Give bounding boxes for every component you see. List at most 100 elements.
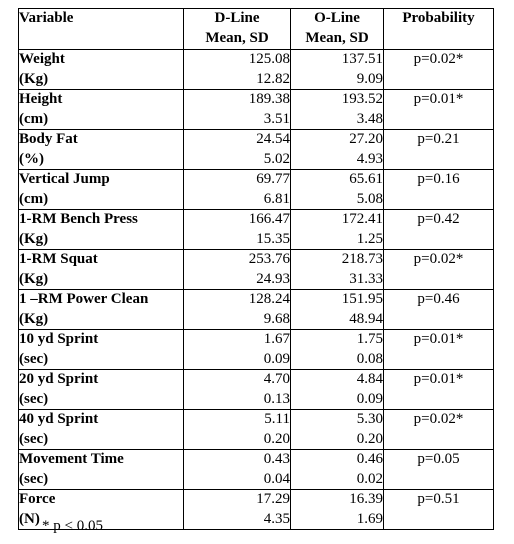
variable-name: Body Fat	[19, 131, 78, 147]
cell-dline: 69.77 6.81	[183, 169, 291, 210]
cell-variable: 1-RM Bench Press (Kg)	[18, 209, 184, 250]
variable-name: 1-RM Squat	[19, 251, 98, 267]
dline-mean: 24.54	[256, 131, 290, 147]
table-row: Body Fat (%) 24.54 5.02 27.20 4.93 p=0.21	[18, 129, 494, 170]
probability-value: p=0.01*	[413, 371, 464, 387]
variable-unit: (cm)	[19, 110, 49, 127]
cell-dline: 253.76 24.93	[183, 249, 291, 290]
cell-oline: 218.73 31.33	[290, 249, 384, 290]
cell-dline: 5.11 0.20	[183, 409, 291, 450]
cell-probability: p=0.02*	[383, 249, 494, 290]
cell-dline: 189.38 3.51	[183, 89, 291, 130]
cell-dline: 17.29 4.35	[183, 489, 291, 530]
variable-name: Height	[19, 91, 63, 107]
table-body: Weight (Kg) 125.08 12.82 137.51 9.09 p=0.02* He…	[18, 49, 494, 530]
table-row: 10 yd Sprint (sec) 1.67 0.09 1.75 0.08 p=0.01*	[18, 329, 494, 370]
variable-name: 1-RM Bench Press	[19, 211, 138, 227]
probability-value: p=0.46	[417, 291, 460, 307]
column-header-variable: Variable	[18, 8, 184, 50]
variable-name: 20 yd Sprint	[19, 371, 99, 387]
oline-mean: 4.84	[356, 371, 383, 387]
oline-mean: 218.73	[341, 251, 383, 267]
dline-sd: 0.20	[263, 430, 290, 447]
table-row: Weight (Kg) 125.08 12.82 137.51 9.09 p=0.02*	[18, 49, 494, 90]
oline-sd: 0.02	[356, 470, 383, 487]
variable-unit: (cm)	[19, 190, 49, 207]
table-row: Vertical Jump (cm) 69.77 6.81 65.61 5.08 p=0.1…	[18, 169, 494, 210]
column-header-probability: Probability	[383, 8, 494, 50]
oline-sd: 48.94	[349, 310, 383, 327]
oline-mean: 172.41	[341, 211, 383, 227]
oline-sd: 5.08	[356, 190, 383, 207]
dline-mean: 17.29	[256, 491, 290, 507]
cell-dline: 128.24 9.68	[183, 289, 291, 330]
cell-probability: p=0.21	[383, 129, 494, 170]
table-row: 1 –RM Power Clean (Kg) 128.24 9.68 151.95 48.…	[18, 289, 494, 330]
column-header-oline-line2: Mean, SD	[305, 29, 369, 46]
table-row: 40 yd Sprint (sec) 5.11 0.20 5.30 0.20 p=0.02*	[18, 409, 494, 450]
variable-unit: (Kg)	[19, 270, 49, 287]
dline-sd: 0.09	[263, 350, 290, 367]
cell-oline: 151.95 48.94	[290, 289, 384, 330]
dline-sd: 5.02	[263, 150, 290, 167]
dline-sd: 4.35	[263, 510, 290, 527]
cell-oline: 1.75 0.08	[290, 329, 384, 370]
dline-mean: 125.08	[248, 51, 290, 67]
cell-probability: p=0.16	[383, 169, 494, 210]
variable-name: 10 yd Sprint	[19, 331, 99, 347]
cell-variable: Vertical Jump (cm)	[18, 169, 184, 210]
dline-sd: 15.35	[256, 230, 290, 247]
cell-dline: 166.47 15.35	[183, 209, 291, 250]
oline-sd: 1.25	[356, 230, 383, 247]
cell-dline: 4.70 0.13	[183, 369, 291, 410]
cell-dline: 24.54 5.02	[183, 129, 291, 170]
probability-value: p=0.16	[417, 171, 460, 187]
column-header-variable-line1: Variable	[19, 10, 74, 26]
cell-probability: p=0.01*	[383, 89, 494, 130]
dline-mean: 4.70	[263, 371, 290, 387]
dline-sd: 6.81	[263, 190, 290, 207]
cell-probability: p=0.46	[383, 289, 494, 330]
cell-probability: p=0.42	[383, 209, 494, 250]
oline-sd: 3.48	[356, 110, 383, 127]
cell-oline: 65.61 5.08	[290, 169, 384, 210]
variable-unit: (sec)	[19, 470, 49, 487]
cell-variable: Weight (Kg)	[18, 49, 184, 90]
cell-oline: 137.51 9.09	[290, 49, 384, 90]
table-header-row: Variable D-Line Mean, SD O-Line Mean, SD…	[18, 8, 494, 50]
variable-name: Movement Time	[19, 451, 124, 467]
variable-name: 1 –RM Power Clean	[19, 291, 149, 307]
column-header-dline-line1: D-Line	[214, 10, 260, 26]
stats-table: Variable D-Line Mean, SD O-Line Mean, SD…	[18, 8, 494, 530]
cell-variable: Height (cm)	[18, 89, 184, 130]
column-header-dline-line2: Mean, SD	[205, 29, 269, 46]
oline-sd: 0.20	[356, 430, 383, 447]
cell-dline: 1.67 0.09	[183, 329, 291, 370]
column-header-dline: D-Line Mean, SD	[183, 8, 291, 50]
dline-sd: 12.82	[256, 70, 290, 87]
cell-oline: 16.39 1.69	[290, 489, 384, 530]
oline-mean: 137.51	[341, 51, 383, 67]
table-footnote: * p < 0.05	[42, 518, 103, 534]
oline-mean: 151.95	[341, 291, 383, 307]
oline-mean: 193.52	[341, 91, 383, 107]
cell-variable: 20 yd Sprint (sec)	[18, 369, 184, 410]
variable-unit: (sec)	[19, 350, 49, 367]
variable-unit: (Kg)	[19, 310, 49, 327]
variable-name: 40 yd Sprint	[19, 411, 99, 427]
cell-probability: p=0.05	[383, 449, 494, 490]
variable-unit: (%)	[19, 150, 44, 167]
cell-oline: 4.84 0.09	[290, 369, 384, 410]
cell-dline: 0.43 0.04	[183, 449, 291, 490]
cell-oline: 0.46 0.02	[290, 449, 384, 490]
cell-probability: p=0.02*	[383, 49, 494, 90]
cell-probability: p=0.01*	[383, 329, 494, 370]
oline-sd: 4.93	[356, 150, 383, 167]
table-header: Variable D-Line Mean, SD O-Line Mean, SD…	[18, 8, 494, 50]
stats-table-container: Variable D-Line Mean, SD O-Line Mean, SD…	[18, 8, 494, 530]
cell-probability: p=0.51	[383, 489, 494, 530]
dline-mean: 1.67	[263, 331, 290, 347]
table-row: 1-RM Squat (Kg) 253.76 24.93 218.73 31.33 p=0.…	[18, 249, 494, 290]
dline-mean: 0.43	[263, 451, 290, 467]
cell-oline: 5.30 0.20	[290, 409, 384, 450]
